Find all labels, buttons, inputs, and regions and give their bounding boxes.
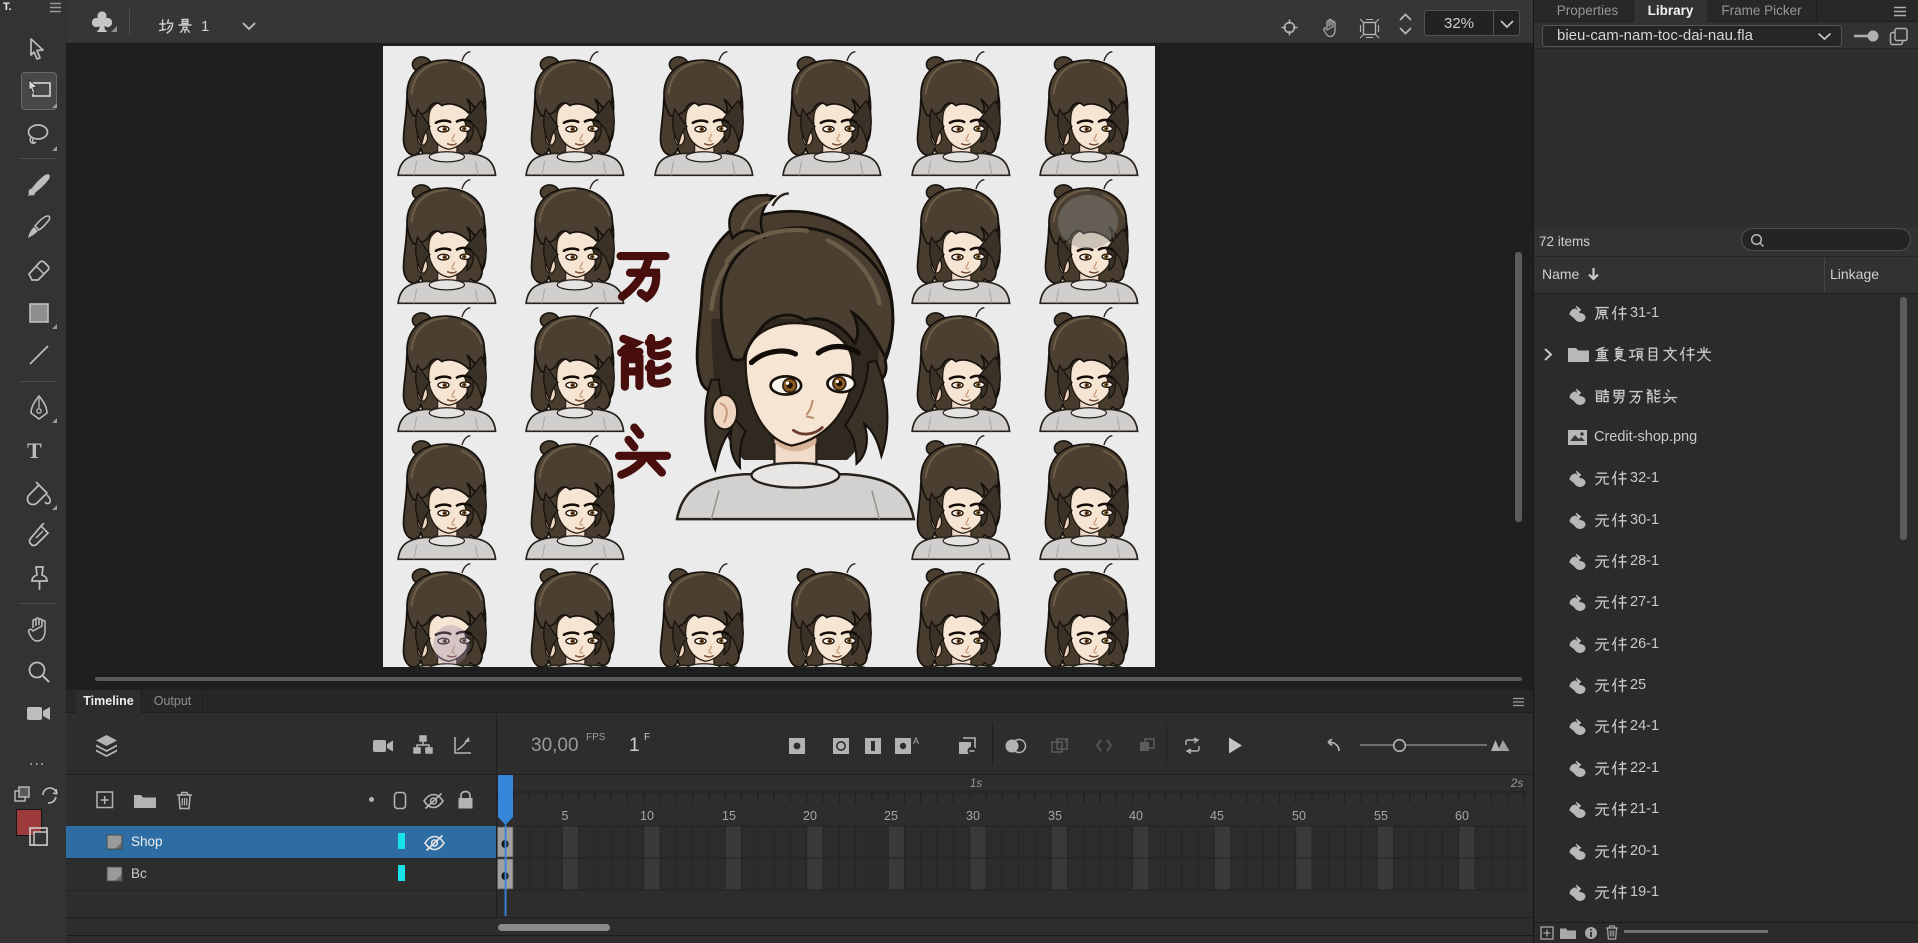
svg-text:40: 40 xyxy=(1129,809,1143,823)
svg-text:45: 45 xyxy=(1210,809,1224,823)
svg-text:5: 5 xyxy=(562,809,569,823)
svg-text:30: 30 xyxy=(966,809,980,823)
svg-text:20: 20 xyxy=(803,809,817,823)
svg-text:60: 60 xyxy=(1455,809,1469,823)
svg-text:1s: 1s xyxy=(970,778,982,790)
svg-text:35: 35 xyxy=(1048,809,1062,823)
svg-text:50: 50 xyxy=(1292,809,1306,823)
svg-text:10: 10 xyxy=(640,809,654,823)
svg-text:15: 15 xyxy=(722,809,736,823)
svg-text:2s: 2s xyxy=(1510,778,1523,790)
svg-text:55: 55 xyxy=(1374,809,1388,823)
svg-text:25: 25 xyxy=(884,809,898,823)
svg-text:A: A xyxy=(913,736,919,746)
